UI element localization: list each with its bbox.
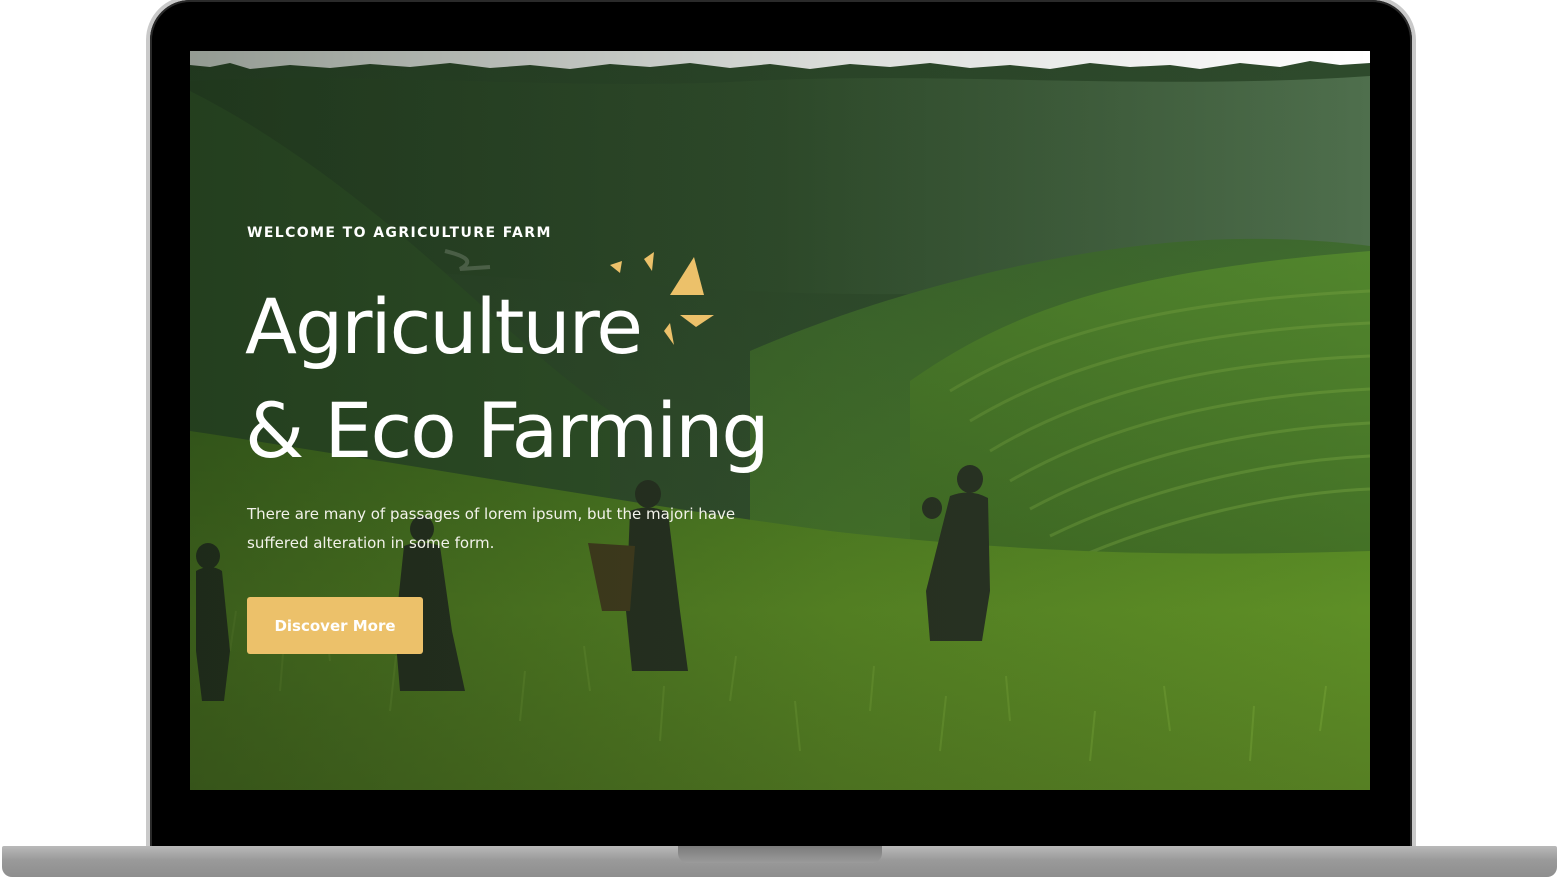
- hero-eyebrow: WELCOME TO AGRICULTURE FARM: [247, 225, 552, 241]
- laptop-screen: WELCOME TO AGRICULTURE FARM Agriculture …: [190, 51, 1370, 790]
- sparkle-icon: [610, 252, 714, 345]
- laptop-mockup: WELCOME TO AGRICULTURE FARM Agriculture …: [0, 0, 1559, 877]
- hero-section: WELCOME TO AGRICULTURE FARM Agriculture …: [190, 51, 1370, 790]
- discover-more-button[interactable]: Discover More: [247, 597, 423, 654]
- hero-description: There are many of passages of lorem ipsu…: [247, 505, 736, 552]
- laptop-hinge-notch: [678, 846, 882, 863]
- hero-title-line-2: & Eco Farming: [245, 386, 770, 475]
